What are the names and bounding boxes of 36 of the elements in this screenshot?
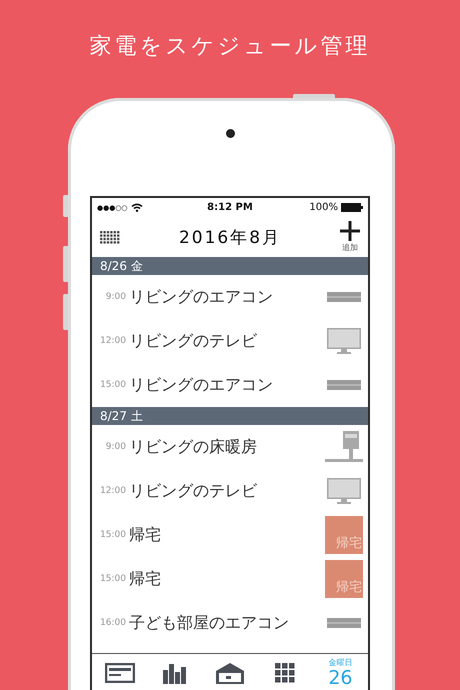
schedule-time: 15:00: [99, 530, 126, 540]
status-time: 8:12 PM: [207, 202, 253, 213]
schedule-time: 15:00: [99, 574, 126, 584]
add-button[interactable]: 追加: [340, 221, 360, 253]
camera-dot: [226, 129, 234, 138]
card-icon[interactable]: [104, 663, 135, 683]
schedule-time: 12:00: [99, 336, 126, 346]
schedule-title[interactable]: リビングの床暖房: [126, 436, 324, 458]
homecoming-tile: 帰宅: [325, 560, 363, 598]
schedule-title[interactable]: リビングのテレビ: [126, 330, 324, 352]
schedule-title[interactable]: 子ども部屋のエアコン: [126, 612, 324, 634]
homecoming-tile: 帰宅: [325, 516, 363, 554]
weekday-label: 土: [130, 408, 143, 424]
schedule-title[interactable]: リビングのテレビ: [126, 480, 324, 502]
battery-percent: 100%: [309, 202, 338, 213]
battery-icon: [340, 203, 363, 212]
grid-icon[interactable]: [275, 663, 296, 683]
schedule-time: 9:00: [104, 442, 126, 452]
wifi-icon: [130, 203, 143, 212]
bar-chart-icon[interactable]: [162, 662, 187, 684]
month-title: 2016年8月: [178, 226, 282, 248]
schedule-time: 16:00: [99, 618, 126, 628]
schedule-time: 15:00: [99, 380, 126, 390]
schedule-time: 12:00: [99, 486, 126, 496]
calendar-grid-icon[interactable]: [100, 230, 120, 244]
date-label: 8/26: [100, 259, 127, 273]
schedule-title[interactable]: 帰宅: [126, 524, 324, 546]
weekday-label: 金: [130, 258, 143, 274]
schedule-title[interactable]: リビングのエアコン: [126, 374, 324, 396]
date-label: 8/27: [100, 409, 127, 423]
schedule-title[interactable]: 帰宅: [126, 568, 324, 590]
house-icon[interactable]: [216, 662, 244, 684]
plus-icon: [340, 221, 360, 241]
schedule-title[interactable]: リビングのエアコン: [126, 286, 324, 308]
headline: 家電をスケジュール管理: [90, 33, 370, 61]
schedule-time: 9:00: [104, 292, 126, 302]
